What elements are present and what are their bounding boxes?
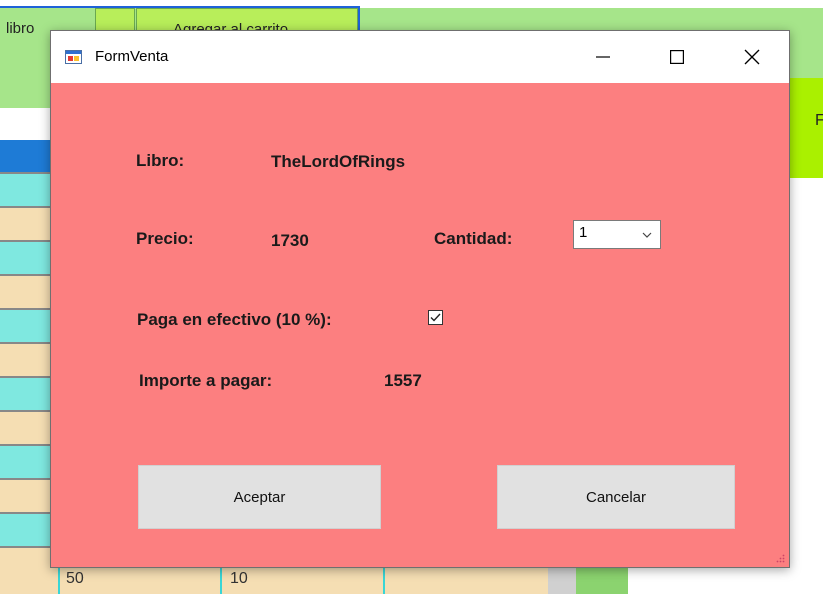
grid-bottom-row[interactable] bbox=[0, 567, 628, 594]
title-bar[interactable]: FormVenta bbox=[51, 31, 789, 83]
grid-cell-divider bbox=[220, 567, 222, 594]
cancelar-button[interactable]: Cancelar bbox=[497, 465, 735, 529]
maximize-button[interactable] bbox=[657, 43, 697, 71]
precio-label: Precio: bbox=[136, 229, 194, 248]
chevron-down-icon bbox=[642, 232, 652, 238]
minimize-icon bbox=[596, 56, 610, 58]
grid-cell-value: 50 bbox=[66, 570, 84, 587]
libro-value: TheLordOfRings bbox=[271, 152, 406, 171]
aceptar-button[interactable]: Aceptar bbox=[138, 465, 381, 529]
precio-value: 1730 bbox=[271, 231, 309, 250]
cantidad-select[interactable]: 1 bbox=[573, 220, 661, 249]
importe-value: 1557 bbox=[384, 371, 422, 390]
resize-grip-icon[interactable] bbox=[775, 553, 785, 563]
paga-efectivo-label: Paga en efectivo (10 %): bbox=[137, 310, 332, 329]
paga-efectivo-checkbox[interactable] bbox=[428, 310, 443, 325]
checkmark-icon bbox=[430, 313, 441, 322]
grid-cell-divider bbox=[58, 567, 60, 594]
app-icon bbox=[65, 50, 82, 64]
importe-label: Importe a pagar: bbox=[139, 371, 273, 390]
close-button[interactable] bbox=[732, 43, 772, 71]
form-venta-dialog: FormVenta Libro: TheLordOfRings Precio: … bbox=[50, 30, 790, 568]
cantidad-label: Cantidad: bbox=[434, 229, 513, 248]
parent-right-button-label: F bbox=[815, 112, 823, 129]
minimize-button[interactable] bbox=[583, 43, 623, 71]
maximize-icon bbox=[670, 50, 684, 64]
close-icon bbox=[744, 49, 760, 65]
grid-cell-green bbox=[576, 567, 628, 594]
cantidad-select-value: 1 bbox=[579, 224, 588, 241]
grid-cell-gray bbox=[548, 567, 576, 594]
grid-cell-value: 10 bbox=[230, 570, 248, 587]
parent-header-cell: libro bbox=[6, 20, 35, 37]
libro-label: Libro: bbox=[136, 151, 185, 170]
grid-cell-divider bbox=[383, 567, 385, 594]
window-title: FormVenta bbox=[95, 48, 169, 65]
form-body: Libro: TheLordOfRings Precio: 1730 Canti… bbox=[51, 83, 789, 567]
